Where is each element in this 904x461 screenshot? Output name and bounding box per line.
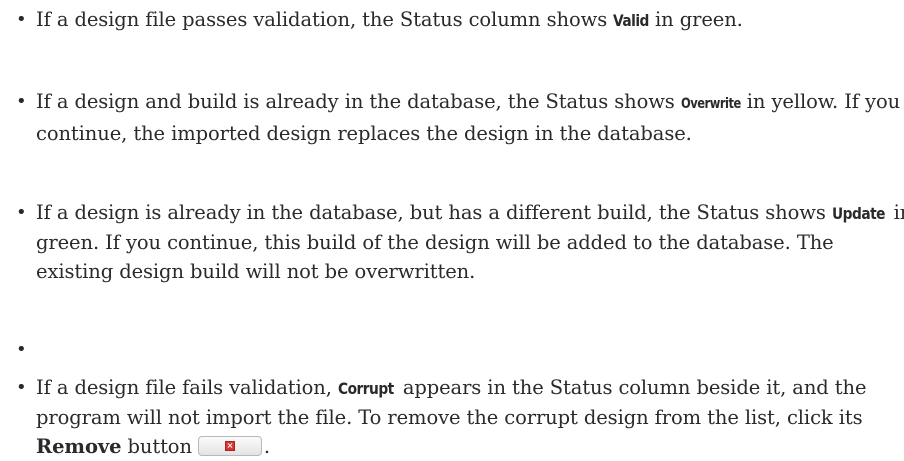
item-text: If a design file fails validation, (36, 376, 338, 399)
list-item-update: • If a design is already in the database,… (16, 198, 904, 286)
status-keyword-overwrite: Overwrite (680, 96, 741, 112)
status-keyword-corrupt: Corrupt (337, 379, 394, 398)
bullet-icon: • (16, 377, 27, 398)
bullet-icon: • (16, 9, 27, 30)
item-text: If a design is already in the database, … (36, 201, 832, 224)
list-item-corrupt: • If a design file fails validation, Corr… (16, 373, 904, 461)
remove-button[interactable]: × (197, 435, 262, 456)
item-text: . (263, 435, 271, 458)
item-text: in green. (648, 8, 743, 31)
remove-keyword: Remove (36, 435, 122, 458)
status-keyword-update: Update (831, 204, 885, 223)
item-text: If a design and build is already in the … (36, 90, 681, 113)
item-text: If a design file passes validation, the … (36, 8, 614, 31)
bullet-icon: • (16, 91, 27, 112)
list-item-valid: • If a design file passes validation, the… (16, 5, 904, 35)
item-text: button (121, 435, 192, 458)
status-keyword-valid: Valid (613, 11, 650, 30)
bullet-icon: • (16, 339, 27, 360)
remove-x-icon: × (224, 440, 235, 451)
bullet-icon: • (16, 202, 27, 223)
list-item-overwrite: • If a design and build is already in the… (16, 87, 904, 148)
